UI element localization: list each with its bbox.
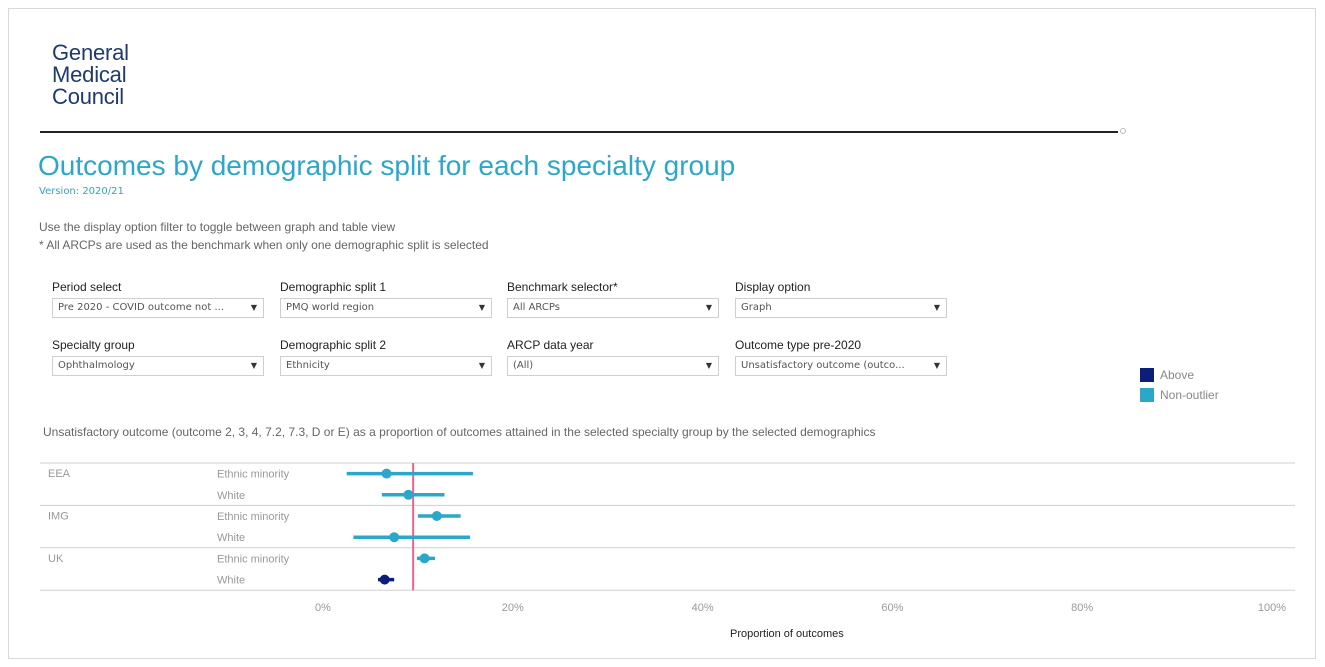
row-label: Ethnic minority bbox=[217, 511, 290, 523]
row-label: White bbox=[217, 490, 245, 502]
x-axis-title: Proportion of outcomes bbox=[730, 628, 844, 640]
data-point bbox=[389, 532, 400, 543]
x-tick-label: 20% bbox=[502, 602, 524, 614]
x-tick-label: 0% bbox=[315, 602, 331, 614]
row-label: Ethnic minority bbox=[217, 469, 290, 481]
data-point bbox=[379, 574, 390, 585]
group-label: EEA bbox=[48, 468, 71, 480]
group-label: IMG bbox=[48, 510, 69, 522]
row-label: Ethnic minority bbox=[217, 553, 290, 565]
row-label: White bbox=[217, 532, 245, 544]
forest-plot: EEA IMG UK Ethnic minority White Ethnic minor… bbox=[40, 462, 1295, 614]
data-point bbox=[419, 553, 430, 564]
x-tick-label: 40% bbox=[692, 602, 714, 614]
data-point bbox=[403, 489, 414, 500]
data-point bbox=[381, 468, 392, 479]
x-tick-label: 80% bbox=[1071, 602, 1093, 614]
data-point bbox=[431, 511, 442, 521]
x-tick-label: 100% bbox=[1258, 602, 1286, 614]
x-tick-label: 60% bbox=[881, 602, 903, 614]
row-label: White bbox=[217, 575, 245, 587]
group-label: UK bbox=[48, 553, 64, 565]
